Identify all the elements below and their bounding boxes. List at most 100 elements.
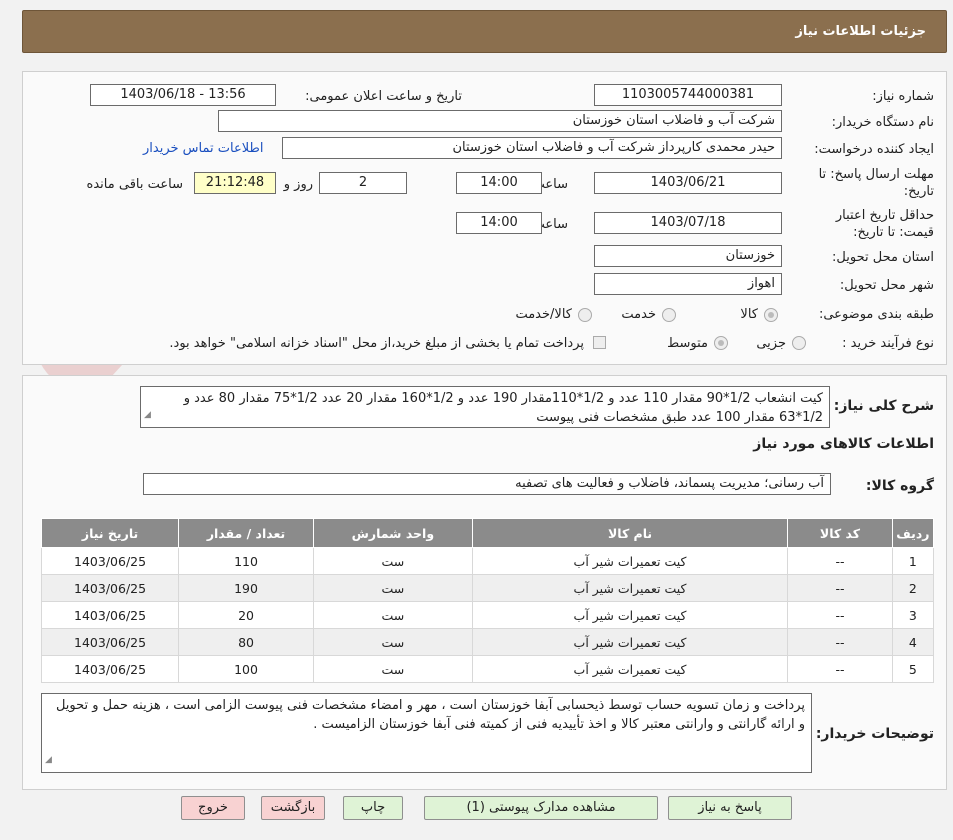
print-button[interactable]: چاپ <box>343 796 403 820</box>
resize-grip-icon[interactable]: ◢ <box>144 406 151 425</box>
cell-date: 1403/06/25 <box>40 574 180 602</box>
cell-row: 2 <box>891 574 935 602</box>
need-details-panel: شرح کلی نیاز: کیت انشعاب 1/2*90 مقدار 11… <box>22 375 947 790</box>
cell-qty: 100 <box>178 655 314 683</box>
validity-label-2: قیمت: تا تاریخ: <box>853 225 934 240</box>
cell-unit: ست <box>312 601 473 629</box>
category-option-goods: کالا <box>740 307 758 322</box>
table-row: 2 -- کیت تعمیرات شیر آب ست 190 1403/06/2… <box>40 574 935 602</box>
deadline-date-field: 1403/06/21 <box>594 172 782 194</box>
table-row: 1 -- کیت تعمیرات شیر آب ست 110 1403/06/2… <box>40 547 935 575</box>
deadline-label-2: تاریخ: <box>903 184 934 199</box>
creator-label: ایجاد کننده درخواست: <box>814 142 934 157</box>
buyer-notes-text: پرداخت و زمان تسویه حساب توسط ذیحسابی آب… <box>55 698 805 732</box>
resize-grip-icon[interactable]: ◢ <box>45 751 52 770</box>
creator-field: حیدر محمدی کارپرداز شرکت آب و فاضلاب است… <box>282 137 782 159</box>
col-unit: واحد شمارش <box>312 518 473 548</box>
table-row: 4 -- کیت تعمیرات شیر آب ست 80 1403/06/25 <box>40 628 935 656</box>
cell-code: -- <box>787 547 893 575</box>
col-row: ردیف <box>891 518 935 548</box>
cell-unit: ست <box>312 547 473 575</box>
cell-row: 4 <box>891 628 935 656</box>
cell-row: 1 <box>891 547 935 575</box>
process-option-medium: متوسط <box>667 336 708 351</box>
remaining-time-field: 21:12:48 <box>194 172 276 194</box>
cell-date: 1403/06/25 <box>40 601 180 629</box>
announce-label: تاریخ و ساعت اعلان عمومی: <box>305 89 462 104</box>
process-option-minor: جزیی <box>756 336 786 351</box>
table-row: 3 -- کیت تعمیرات شیر آب ست 20 1403/06/25 <box>40 601 935 629</box>
days-field: 2 <box>319 172 407 194</box>
cell-name: کیت تعمیرات شیر آب <box>471 628 789 656</box>
validity-time-field: 14:00 <box>456 212 542 234</box>
category-label: طبقه بندی موضوعی: <box>818 307 934 322</box>
process-label: نوع فرآیند خرید : <box>842 336 934 351</box>
summary-label: شرح کلی نیاز: <box>833 398 934 414</box>
reply-button[interactable]: پاسخ به نیاز <box>668 796 792 820</box>
process-radio-medium[interactable] <box>714 336 728 350</box>
cell-date: 1403/06/25 <box>40 655 180 683</box>
group-field: آب رسانی؛ مدیریت پسماند، فاضلاب و فعالیت… <box>143 473 831 495</box>
category-radio-service[interactable] <box>662 308 676 322</box>
col-name: نام کالا <box>471 518 789 548</box>
cell-unit: ست <box>312 628 473 656</box>
buyer-org-label: نام دستگاه خریدار: <box>831 115 934 130</box>
days-label: روز و <box>283 177 313 192</box>
need-number-label: شماره نیاز: <box>872 89 934 104</box>
cell-qty: 80 <box>178 628 314 656</box>
buyer-notes-textarea[interactable]: پرداخت و زمان تسویه حساب توسط ذیحسابی آب… <box>41 693 812 773</box>
exit-button[interactable]: خروج <box>181 796 245 820</box>
need-info-panel: شماره نیاز: 1103005744000381 تاریخ و ساع… <box>22 71 947 365</box>
process-note: پرداخت تمام یا بخشی از مبلغ خرید،از محل … <box>169 336 584 351</box>
process-radio-minor[interactable] <box>792 336 806 350</box>
cell-name: کیت تعمیرات شیر آب <box>471 601 789 629</box>
announce-field: 1403/06/18 - 13:56 <box>90 84 276 106</box>
deadline-time-field: 14:00 <box>456 172 542 194</box>
page-title: جزئیات اطلاعات نیاز <box>795 24 926 39</box>
summary-textarea[interactable]: کیت انشعاب 1/2*90 مقدار 110 عدد و 1/2*11… <box>140 386 830 428</box>
validity-label: حداقل تاریخ اعتبار <box>835 208 934 223</box>
back-button[interactable]: بازگشت <box>261 796 325 820</box>
col-code: کد کالا <box>787 518 893 548</box>
cell-qty: 110 <box>178 547 314 575</box>
cell-date: 1403/06/25 <box>40 547 180 575</box>
city-label: شهر محل تحویل: <box>839 278 934 293</box>
category-option-goods-service: کالا/خدمت <box>515 307 572 322</box>
cell-code: -- <box>787 574 893 602</box>
cell-code: -- <box>787 628 893 656</box>
goods-info-title: اطلاعات کالاهای مورد نیاز <box>753 436 934 452</box>
table-row: 5 -- کیت تعمیرات شیر آب ست 100 1403/06/2… <box>40 655 935 683</box>
category-radio-goods[interactable] <box>764 308 778 322</box>
view-attachments-button[interactable]: مشاهده مدارک پیوستی (1) <box>424 796 658 820</box>
cell-unit: ست <box>312 655 473 683</box>
deadline-label: مهلت ارسال پاسخ: تا <box>818 167 934 182</box>
buyer-org-field: شرکت آب و فاضلاب استان خوزستان <box>218 110 782 132</box>
cell-name: کیت تعمیرات شیر آب <box>471 547 789 575</box>
cell-unit: ست <box>312 574 473 602</box>
cell-row: 3 <box>891 601 935 629</box>
need-number-field: 1103005744000381 <box>594 84 782 106</box>
summary-text: کیت انشعاب 1/2*90 مقدار 110 عدد و 1/2*11… <box>183 391 823 425</box>
page-header: جزئیات اطلاعات نیاز <box>22 10 947 53</box>
goods-table: ردیف کد کالا نام کالا واحد شمارش تعداد /… <box>40 518 935 683</box>
category-option-service: خدمت <box>621 307 656 322</box>
category-radio-goods-service[interactable] <box>578 308 592 322</box>
buyer-contact-link[interactable]: اطلاعات تماس خریدار <box>143 141 263 156</box>
cell-code: -- <box>787 601 893 629</box>
cell-qty: 190 <box>178 574 314 602</box>
province-label: استان محل تحویل: <box>832 250 934 265</box>
col-date: تاریخ نیاز <box>40 518 180 548</box>
cell-name: کیت تعمیرات شیر آب <box>471 655 789 683</box>
remaining-label: ساعت باقی مانده <box>86 177 183 192</box>
city-field: اهواز <box>594 273 782 295</box>
cell-code: -- <box>787 655 893 683</box>
cell-date: 1403/06/25 <box>40 628 180 656</box>
validity-date-field: 1403/07/18 <box>594 212 782 234</box>
treasury-checkbox[interactable] <box>593 336 606 349</box>
cell-name: کیت تعمیرات شیر آب <box>471 574 789 602</box>
cell-row: 5 <box>891 655 935 683</box>
province-field: خوزستان <box>594 245 782 267</box>
col-qty: تعداد / مقدار <box>178 518 314 548</box>
cell-qty: 20 <box>178 601 314 629</box>
goods-table-header: ردیف کد کالا نام کالا واحد شمارش تعداد /… <box>40 518 935 548</box>
